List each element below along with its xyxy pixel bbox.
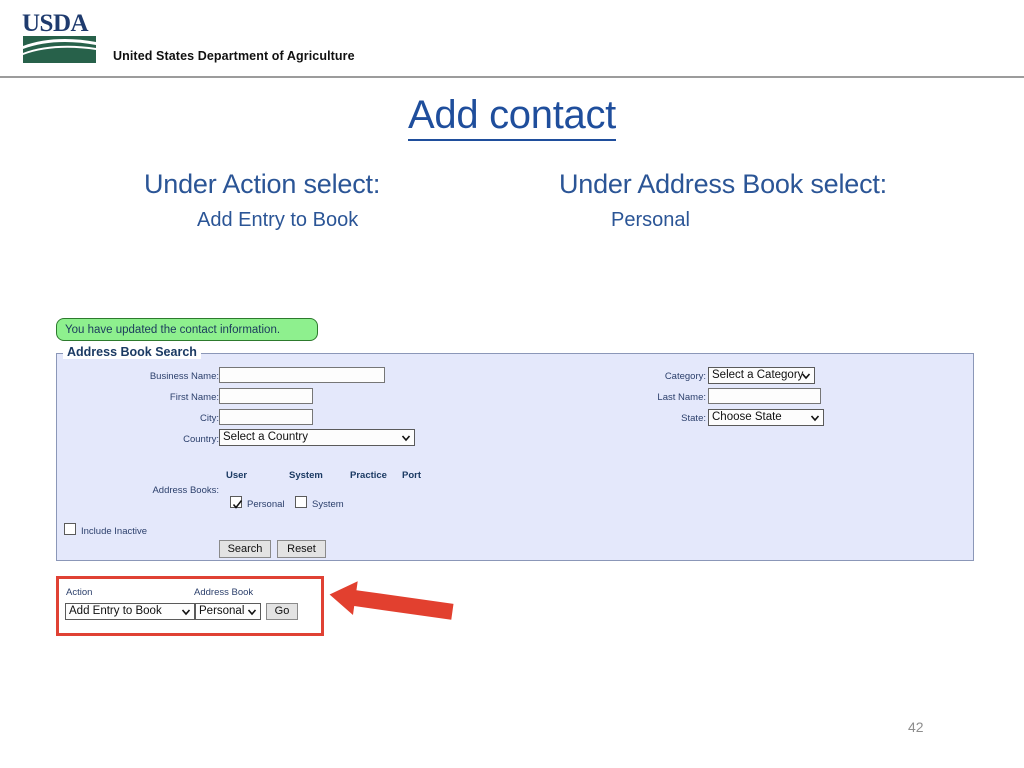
header-divider <box>0 76 1024 78</box>
city-input[interactable] <box>219 409 313 425</box>
address-books-column-port: Port <box>402 470 421 481</box>
first-name-label: First Name: <box>169 392 219 403</box>
reset-button[interactable]: Reset <box>277 540 326 558</box>
action-label: Action <box>66 587 93 598</box>
instruction-value-address-book: Personal <box>611 209 690 231</box>
page-title-text: Add contact <box>408 93 616 141</box>
address-book-personal-label: Personal <box>247 499 285 510</box>
success-message-banner: You have updated the contact information… <box>56 318 318 341</box>
include-inactive-label: Include Inactive <box>81 526 148 537</box>
country-select[interactable]: Select a Country <box>219 429 415 446</box>
state-label: State: <box>681 413 706 424</box>
instruction-heading-action: Under Action select: <box>144 169 381 199</box>
agency-title: United States Department of Agriculture <box>113 49 355 63</box>
address-book-select-value: Personal <box>199 605 245 617</box>
include-inactive-checkbox[interactable] <box>64 523 76 535</box>
instruction-value-action: Add Entry to Book <box>197 209 359 231</box>
chevron-down-icon <box>181 607 191 617</box>
address-book-personal-checkbox[interactable] <box>230 496 243 509</box>
arrow-left-icon <box>325 578 455 628</box>
page-title: Add contact <box>0 93 1024 141</box>
address-book-system-label: System <box>312 499 344 510</box>
usda-logo: USDA <box>22 10 97 63</box>
address-book-search-panel <box>56 353 974 561</box>
action-select[interactable]: Add Entry to Book <box>65 603 195 620</box>
chevron-down-icon <box>801 371 811 381</box>
state-select-value: Choose State <box>712 411 782 423</box>
address-book-system-checkbox[interactable] <box>295 496 307 508</box>
address-books-column-practice: Practice <box>350 470 387 481</box>
city-label: City: <box>200 413 219 424</box>
address-book-label: Address Book <box>194 587 254 598</box>
category-select-value: Select a Category <box>712 369 804 381</box>
country-label: Country: <box>183 434 219 445</box>
chevron-down-icon <box>401 433 411 443</box>
address-books-column-user: User <box>226 470 248 481</box>
address-book-select[interactable]: Personal <box>195 603 261 620</box>
address-book-search-legend: Address Book Search <box>63 345 201 359</box>
last-name-label: Last Name: <box>657 392 706 403</box>
usda-landscape-mark <box>23 36 96 63</box>
state-select[interactable]: Choose State <box>708 409 824 426</box>
action-select-value: Add Entry to Book <box>69 605 162 617</box>
address-books-column-system: System <box>289 470 323 481</box>
usda-wordmark-text: USDA <box>22 10 89 37</box>
business-name-label: Business Name: <box>149 371 219 382</box>
chevron-down-icon <box>247 607 257 617</box>
checkmark-icon <box>232 497 243 515</box>
last-name-input[interactable] <box>708 388 821 404</box>
application-screenshot: You have updated the contact information… <box>56 318 976 658</box>
first-name-input[interactable] <box>219 388 313 404</box>
instruction-heading-address-book: Under Address Book select: <box>559 169 887 199</box>
country-select-value: Select a Country <box>223 431 309 443</box>
go-button[interactable]: Go <box>266 603 298 620</box>
category-select[interactable]: Select a Category <box>708 367 815 384</box>
business-name-input[interactable] <box>219 367 385 383</box>
search-button[interactable]: Search <box>219 540 271 558</box>
category-label: Category: <box>664 371 706 382</box>
address-books-label: Address Books: <box>152 485 219 496</box>
chevron-down-icon <box>810 413 820 423</box>
usda-header: USDA United States Department of Agricul… <box>0 0 1024 78</box>
slide-page-number: 42 <box>908 719 924 735</box>
